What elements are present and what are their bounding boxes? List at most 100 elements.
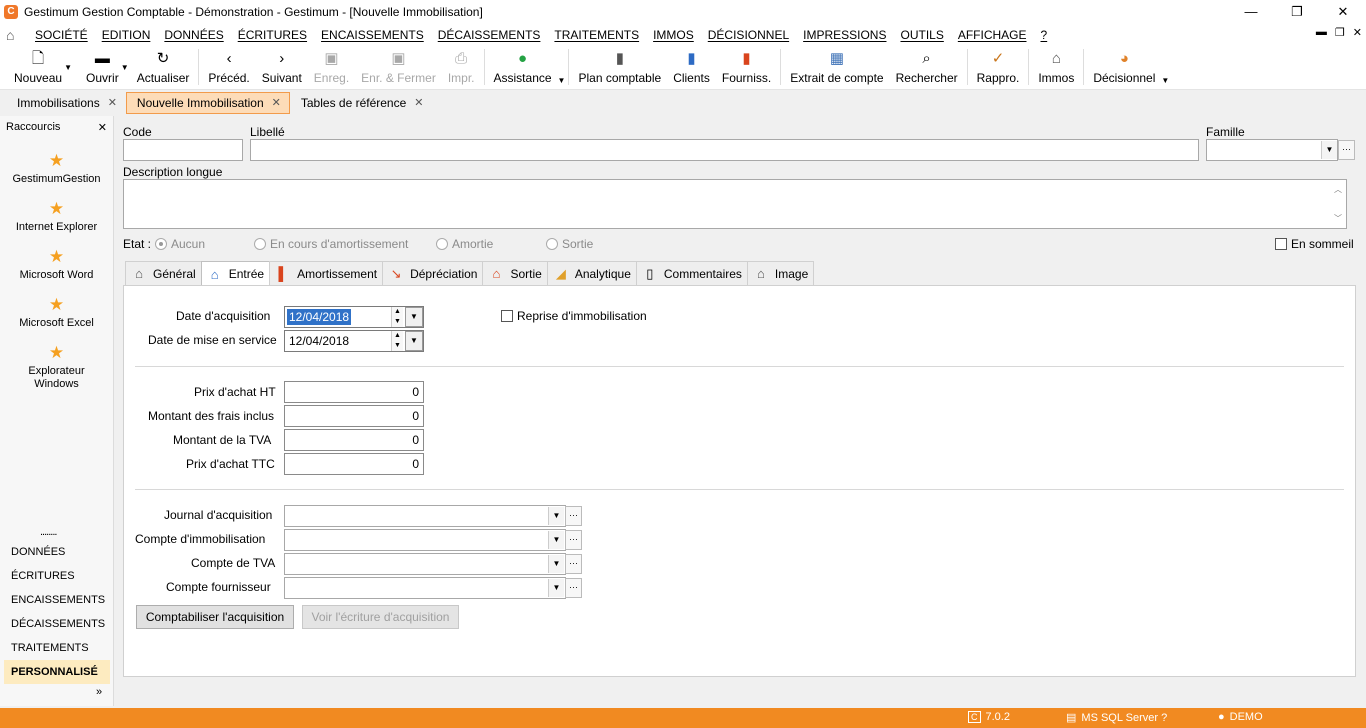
chevron-down-icon[interactable]: ▼ [1161, 76, 1169, 85]
shortcut-explorateur-windows[interactable]: ★ Explorateur Windows [0, 344, 113, 391]
sidebar-item-ecritures[interactable]: ÉCRITURES [4, 564, 110, 588]
etat-radio-sortie[interactable]: Sortie [546, 237, 593, 251]
tab-depreciation[interactable]: ↘ Dépréciation [382, 261, 484, 285]
search-button[interactable]: ⌕ Rechercher [890, 47, 964, 89]
compte-fourn-select[interactable]: ▼ [284, 577, 566, 599]
frais-input[interactable]: 0 [284, 405, 424, 427]
menu-societe[interactable]: SOCIÉTÉ [28, 28, 95, 42]
close-icon[interactable]: ✕ [272, 96, 281, 109]
chevron-down-icon[interactable]: ▼ [548, 579, 564, 597]
mdi-minimize-button[interactable]: ▬ [1316, 26, 1327, 39]
etat-radio-aucun[interactable]: Aucun [155, 237, 205, 251]
home-icon[interactable]: ⌂ [6, 27, 24, 43]
immos-button[interactable]: ⌂ Immos [1032, 47, 1080, 89]
close-icon[interactable]: ✕ [98, 121, 107, 134]
decisionnel-button[interactable]: ◕ Décisionnel [1087, 47, 1161, 89]
compte-immo-browse-button[interactable]: ··· [565, 530, 582, 550]
server-status[interactable]: ▤ MS SQL Server ? [1066, 711, 1167, 725]
menu-help[interactable]: ? [1034, 28, 1055, 42]
tab-sortie[interactable]: ⌂ Sortie [482, 261, 548, 285]
chevron-down-icon[interactable]: ▼ [548, 507, 564, 525]
open-button[interactable]: ▬ Ouvrir ▼ [80, 47, 129, 89]
chevron-down-icon[interactable]: ▼ [548, 555, 564, 573]
new-button[interactable]: 🗋 Nouveau ▼ [8, 47, 72, 89]
comptabiliser-button[interactable]: Comptabiliser l'acquisition [136, 605, 294, 629]
shortcut-internet-explorer[interactable]: ★ Internet Explorer [0, 200, 113, 234]
tva-input[interactable]: 0 [284, 429, 424, 451]
tab-commentaires[interactable]: ▯ Commentaires [635, 261, 748, 285]
maximize-button[interactable]: ❐ [1274, 0, 1320, 24]
close-icon[interactable]: ✕ [108, 96, 117, 109]
chevron-down-icon[interactable]: ▼ [121, 63, 129, 72]
compte-immo-select[interactable]: ▼ [284, 529, 566, 551]
compte-fourn-browse-button[interactable]: ··· [565, 578, 582, 598]
menu-decaissements[interactable]: DÉCAISSEMENTS [431, 28, 548, 42]
sidebar-item-donnees[interactable]: DONNÉES [4, 540, 110, 564]
tab-general[interactable]: ⌂ Général [125, 261, 202, 285]
suppliers-button[interactable]: ▮ Fourniss. [716, 47, 777, 89]
tab-analytique[interactable]: ◢ Analytique [546, 261, 637, 285]
textarea-scrollbar[interactable]: ︿ ﹀ [1331, 181, 1345, 227]
assistance-button[interactable]: ● Assistance [488, 47, 558, 89]
chevron-down-icon[interactable]: ▼ [405, 307, 423, 327]
menu-encaissements[interactable]: ENCAISSEMENTS [314, 28, 431, 42]
close-window-button[interactable]: ✕ [1320, 0, 1366, 24]
prix-ttc-input[interactable]: 0 [284, 453, 424, 475]
refresh-button[interactable]: ↻ Actualiser [131, 47, 196, 89]
famille-browse-button[interactable]: ··· [1338, 140, 1355, 160]
account-statement-button[interactable]: ▦ Extrait de compte [784, 47, 889, 89]
menu-outils[interactable]: OUTILS [893, 28, 950, 42]
date-service-input[interactable]: 12/04/2018 ▲ ▼ ▼ [284, 330, 424, 352]
date-acquisition-input[interactable]: 12/04/2018 ▲ ▼ ▼ [284, 306, 424, 328]
chevron-up-icon[interactable]: ︿ [1334, 184, 1342, 195]
mdi-restore-button[interactable]: ❐ [1335, 26, 1345, 39]
reconciliation-button[interactable]: ✓ Rappro. [971, 47, 1026, 89]
menu-edition[interactable]: EDITION [95, 28, 158, 42]
date-spinner[interactable]: ▲ ▼ [391, 307, 403, 327]
description-textarea[interactable]: ︿ ﹀ [123, 179, 1347, 229]
journal-select[interactable]: ▼ [284, 505, 566, 527]
menu-affichage[interactable]: AFFICHAGE [951, 28, 1034, 42]
code-input[interactable] [123, 139, 243, 161]
date-spinner[interactable]: ▲ ▼ [391, 331, 403, 351]
tab-image[interactable]: ⌂ Image [746, 261, 815, 285]
sidebar-item-decaissements[interactable]: DÉCAISSEMENTS [4, 612, 110, 636]
print-button[interactable]: ⎙ Impr. [442, 47, 481, 89]
sidebar-item-encaissements[interactable]: ENCAISSEMENTS [4, 588, 110, 612]
tab-entree[interactable]: ⌂ Entrée [200, 261, 271, 286]
close-icon[interactable]: ✕ [414, 96, 423, 109]
sidebar-item-personnalise[interactable]: PERSONNALISÉ [4, 660, 110, 684]
chevron-down-icon[interactable]: ▼ [558, 76, 566, 85]
mdi-close-button[interactable]: ✕ [1353, 26, 1362, 39]
compte-tva-select[interactable]: ▼ [284, 553, 566, 575]
shortcut-gestimum-gestion[interactable]: ★ GestimumGestion [0, 152, 113, 186]
voir-ecriture-button[interactable]: Voir l'écriture d'acquisition [302, 605, 459, 629]
shortcut-microsoft-excel[interactable]: ★ Microsoft Excel [0, 296, 113, 330]
etat-radio-en-cours[interactable]: En cours d'amortissement [254, 237, 408, 251]
save-close-button[interactable]: ▣ Enr. & Fermer [355, 47, 442, 89]
menu-ecritures[interactable]: ÉCRITURES [231, 28, 314, 42]
previous-button[interactable]: ‹ Précéd. [202, 47, 255, 89]
next-button[interactable]: › Suivant [256, 47, 308, 89]
tab-immobilisations[interactable]: Immobilisations ✕ [6, 92, 126, 114]
chevron-down-icon[interactable]: ▼ [548, 531, 564, 549]
sidebar-item-traitements[interactable]: TRAITEMENTS [4, 636, 110, 660]
prix-ht-input[interactable]: 0 [284, 381, 424, 403]
en-sommeil-checkbox[interactable]: En sommeil [1275, 237, 1354, 251]
chevron-down-icon[interactable]: ▼ [1321, 141, 1337, 159]
famille-select[interactable]: ▼ [1206, 139, 1338, 161]
journal-browse-button[interactable]: ··· [565, 506, 582, 526]
shortcut-microsoft-word[interactable]: ★ Microsoft Word [0, 248, 113, 282]
tab-nouvelle-immobilisation[interactable]: Nouvelle Immobilisation ✕ [125, 91, 290, 114]
menu-traitements[interactable]: TRAITEMENTS [547, 28, 646, 42]
save-button[interactable]: ▣ Enreg. [308, 47, 355, 89]
chevron-down-icon[interactable]: ﹀ [1334, 213, 1342, 224]
compte-tva-browse-button[interactable]: ··· [565, 554, 582, 574]
chart-of-accounts-button[interactable]: ▮ Plan comptable [572, 47, 667, 89]
menu-immos[interactable]: IMMOS [646, 28, 701, 42]
menu-decisionnel[interactable]: DÉCISIONNEL [701, 28, 796, 42]
etat-radio-amortie[interactable]: Amortie [436, 237, 493, 251]
menu-impressions[interactable]: IMPRESSIONS [796, 28, 893, 42]
clients-button[interactable]: ▮ Clients [667, 47, 716, 89]
libelle-input[interactable] [250, 139, 1199, 161]
